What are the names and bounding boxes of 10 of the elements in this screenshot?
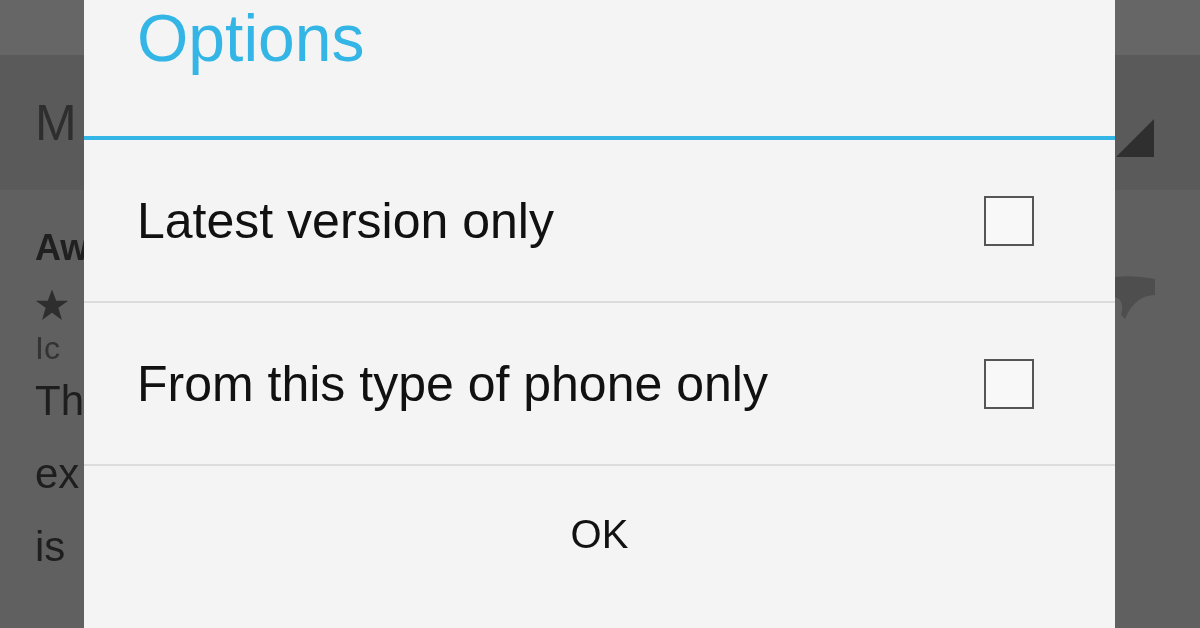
review-text: is [35,522,66,572]
ok-button[interactable]: OK [84,466,1115,622]
option-label: Latest version only [137,191,554,250]
checkbox[interactable] [984,358,1034,409]
checkbox[interactable] [984,195,1034,246]
review-text: Th [35,376,84,426]
star-icon [35,288,69,322]
dialog-title: Options [136,0,366,77]
option-label: From this type of phone only [137,354,768,413]
review-text: ex [35,449,80,499]
